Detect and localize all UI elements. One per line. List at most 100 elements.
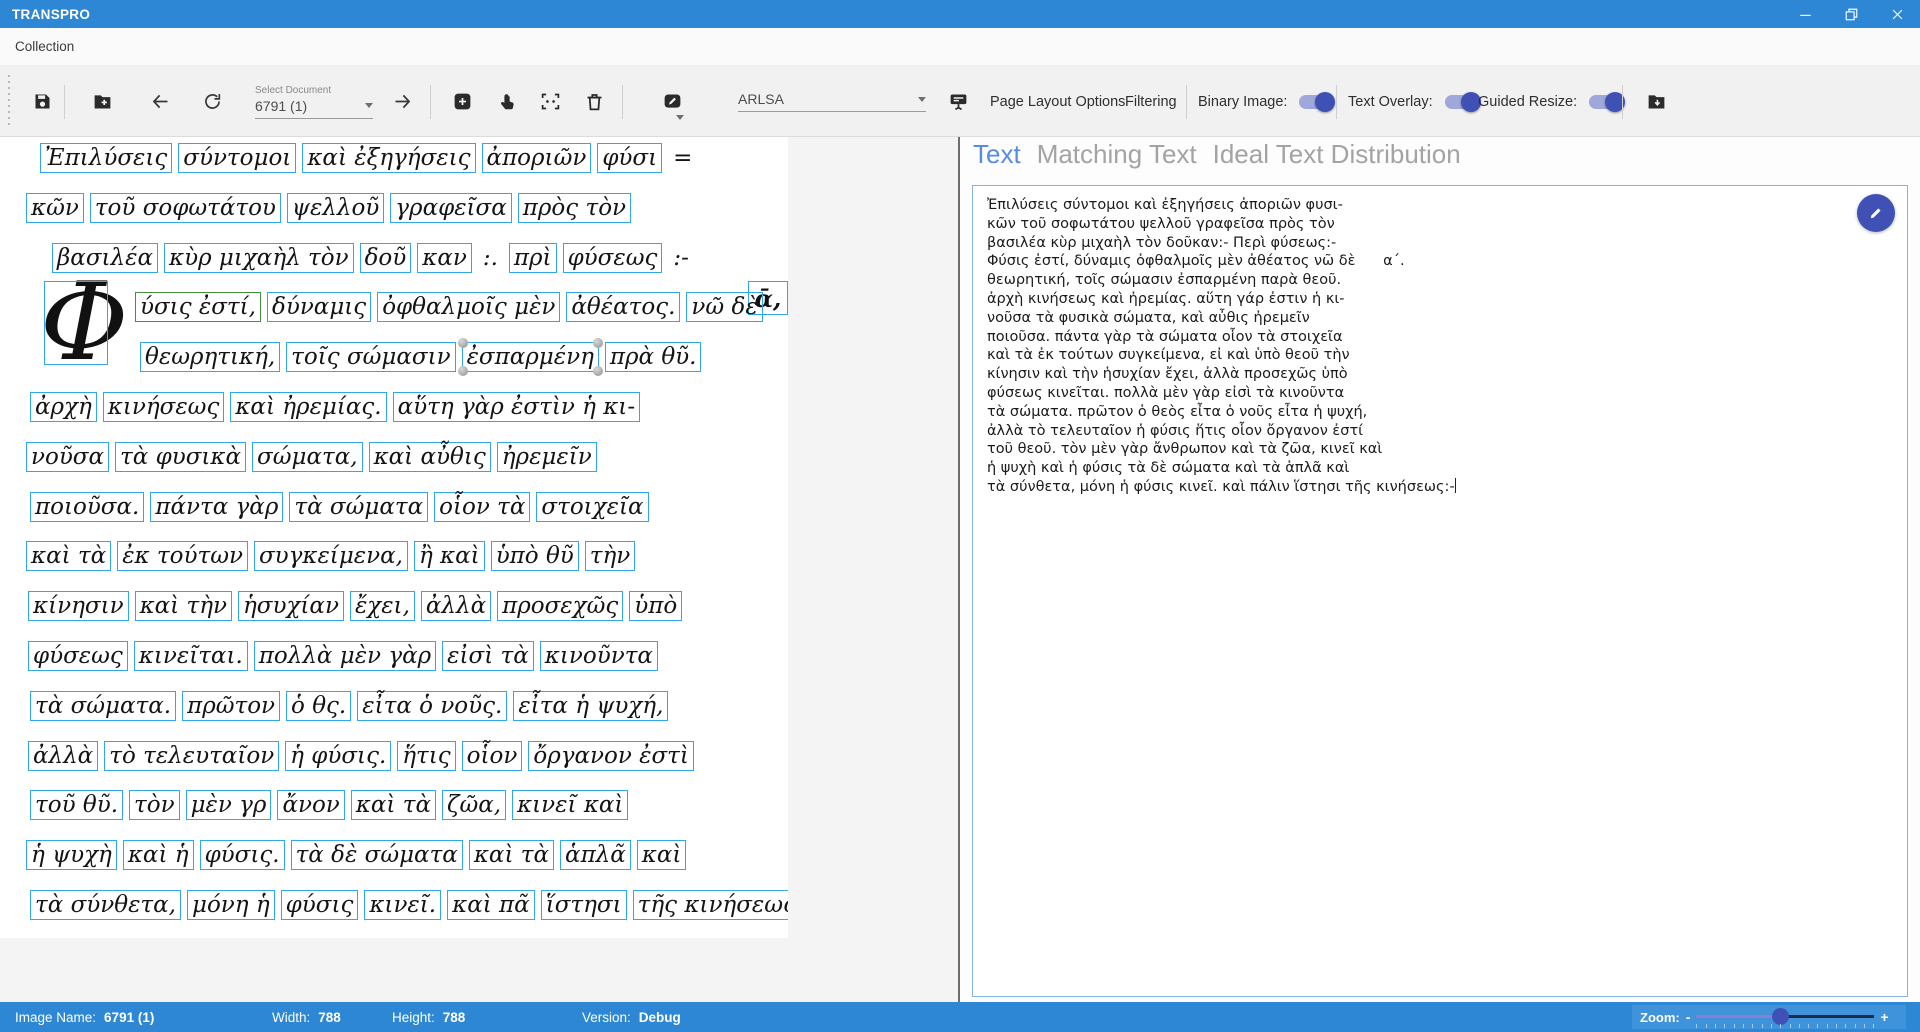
zoom-slider-thumb[interactable]	[1772, 1008, 1789, 1025]
manuscript-word-box[interactable]: Ἐπιλύσεις	[40, 143, 172, 173]
manuscript-word-box[interactable]: τὰ φυσικὰ	[115, 442, 246, 472]
manuscript-word-box[interactable]: ὁ θς.	[286, 691, 351, 721]
manuscript-word-box[interactable]: τὸ τελευταῖον	[104, 741, 279, 771]
manuscript-word-box[interactable]: καν	[417, 243, 472, 273]
zoom-in-button[interactable]: +	[1880, 1009, 1888, 1025]
resize-handle[interactable]	[593, 338, 603, 348]
resize-region-button[interactable]	[530, 82, 570, 122]
add-folder-button[interactable]	[82, 82, 122, 122]
manuscript-word-box[interactable]: πρὶ	[509, 243, 557, 273]
manuscript-word-box[interactable]: κίνησιν	[28, 591, 129, 621]
manuscript-word-box[interactable]: ἀθέατος.	[566, 292, 680, 322]
filtering-button[interactable]: Filtering	[1125, 66, 1177, 137]
edit-fab-button[interactable]	[1857, 194, 1895, 232]
transcription-text[interactable]: Ἐπιλύσεις σύντομοι καὶ ἐξηγήσεις ἀποριῶν…	[987, 196, 1847, 986]
select-document-dropdown[interactable]: Select Document 6791 (1)	[255, 66, 373, 137]
manuscript-word-box[interactable]: καὶ τὰ	[351, 790, 436, 820]
manuscript-word-box[interactable]: τὸν	[129, 790, 180, 820]
refresh-button[interactable]	[192, 82, 232, 122]
manuscript-word-box[interactable]: καὶ ἐξηγήσεις	[302, 143, 475, 173]
manuscript-word-box[interactable]: ὀφθαλμοῖς μὲν	[377, 292, 560, 322]
delete-region-button[interactable]	[574, 82, 614, 122]
manuscript-initial-box[interactable]	[44, 281, 108, 365]
manuscript-word-box[interactable]: ἐσπαρμένη	[462, 342, 599, 372]
restore-button[interactable]	[1828, 0, 1874, 28]
touch-select-button[interactable]	[486, 82, 526, 122]
manuscript-word-box[interactable]: σώματα,	[252, 442, 363, 472]
manuscript-word-box[interactable]: κινεῖ.	[364, 890, 441, 920]
add-region-button[interactable]	[442, 82, 482, 122]
manuscript-word-box[interactable]: ἁπλᾶ	[560, 840, 631, 870]
resize-handle[interactable]	[458, 338, 468, 348]
manuscript-word-box[interactable]: κινήσεως	[103, 392, 225, 422]
tab-text[interactable]: Text	[973, 139, 1021, 170]
manuscript-word-box[interactable]: ὑπὸ θῦ	[491, 541, 579, 571]
edit-region-button[interactable]	[652, 82, 692, 122]
manuscript-word-box[interactable]: ἵστησι	[541, 890, 627, 920]
model-select-dropdown[interactable]: ARLSA	[738, 66, 926, 137]
manuscript-word-box[interactable]: ἡσυχίαν	[238, 591, 344, 621]
manuscript-word-box[interactable]: πρῶτον	[182, 691, 280, 721]
manuscript-word-box[interactable]: ἔχει,	[350, 591, 415, 621]
manuscript-word-box[interactable]: ποιοῦσα.	[30, 492, 144, 522]
manuscript-word-box[interactable]: οἷον τὰ	[434, 492, 530, 522]
guided-resize-toggle[interactable]	[1589, 95, 1623, 109]
manuscript-word-box[interactable]: φύσι	[597, 143, 662, 173]
manuscript-word-box[interactable]: ύσις ἐστί,	[135, 292, 261, 322]
manuscript-word-box[interactable]: στοιχεῖα	[536, 492, 648, 522]
manuscript-word-box[interactable]: τὴν	[585, 541, 636, 571]
manuscript-word-box[interactable]: πρὰ θῦ.	[605, 342, 702, 372]
manuscript-word-box[interactable]: πολλὰ μὲν γὰρ	[254, 641, 436, 671]
page-layout-options-button[interactable]: Page Layout Options	[990, 66, 1125, 137]
manuscript-word-box[interactable]: δοῦ	[360, 243, 412, 273]
text-editor[interactable]: Ἐπιλύσεις σύντομοι καὶ ἐξηγήσεις ἀποριῶν…	[972, 185, 1908, 997]
manuscript-word-box[interactable]: καὶ ἡ	[123, 840, 194, 870]
manuscript-word-box[interactable]: καὶ τὴν	[135, 591, 232, 621]
manuscript-word-box[interactable]: ὄργανον ἐστὶ	[528, 741, 694, 771]
manuscript-word-box[interactable]: εἰσὶ τὰ	[442, 641, 534, 671]
manuscript-word-box[interactable]: κὺρ μιχαὴλ τὸν	[164, 243, 354, 273]
manuscript-word-box[interactable]: ἀποριῶν	[482, 143, 592, 173]
zoom-out-button[interactable]: -	[1686, 1009, 1691, 1025]
manuscript-word-box[interactable]: καὶ αὖθις	[369, 442, 491, 472]
manuscript-word-box[interactable]: ἠρεμεῖν	[497, 442, 597, 472]
previous-document-button[interactable]	[140, 82, 180, 122]
manuscript-word-box[interactable]: φύσις.	[200, 840, 285, 870]
manuscript-word-box[interactable]: τοῦ σοφωτάτου	[90, 193, 281, 223]
zoom-slider[interactable]	[1696, 1008, 1874, 1026]
manuscript-word-box[interactable]: καὶ τὰ	[26, 541, 111, 571]
close-button[interactable]	[1874, 0, 1920, 28]
manuscript-word-box[interactable]: κῶν	[26, 193, 84, 223]
manuscript-word-box[interactable]: μὲν γρ	[186, 790, 272, 820]
manuscript-word-box[interactable]: τὰ δὲ σώματα	[291, 840, 463, 870]
manuscript-word-box[interactable]: καὶ τὰ	[469, 840, 554, 870]
manuscript-word-box[interactable]: τὰ σύνθετα,	[30, 890, 181, 920]
manuscript-word-box[interactable]: τῆς κινήσεως	[633, 890, 788, 920]
manuscript-word-box[interactable]: τοῦ θῦ.	[30, 790, 123, 820]
manuscript-word-box[interactable]: ἀρχὴ	[30, 392, 97, 422]
manuscript-word-box[interactable]: ψελλοῦ	[287, 193, 384, 223]
page-display-button[interactable]	[938, 82, 978, 122]
tab-matching-text[interactable]: Matching Text	[1037, 139, 1197, 170]
manuscript-word-box[interactable]: εἶτα ὁ νοῦς.	[357, 691, 507, 721]
export-folder-button[interactable]	[1636, 82, 1676, 122]
resize-handle[interactable]	[593, 366, 603, 376]
text-overlay-toggle[interactable]	[1445, 95, 1479, 109]
manuscript-word-box[interactable]: ἀλλὰ	[421, 591, 491, 621]
manuscript-word-box[interactable]: βασιλέα	[52, 243, 158, 273]
manuscript-word-box[interactable]: οἷον	[462, 741, 523, 771]
manuscript-word-box[interactable]: θεωρητική,	[140, 342, 280, 372]
manuscript-word-box[interactable]: κινεῖ καὶ	[512, 790, 628, 820]
manuscript-word-box[interactable]: ἢ καὶ	[414, 541, 485, 571]
manuscript-word-box[interactable]: ἥτις	[397, 741, 455, 771]
manuscript-word-box[interactable]: κινεῖται.	[134, 641, 248, 671]
manuscript-word-box[interactable]: φύσεως	[563, 243, 663, 273]
manuscript-word-box[interactable]: αὕτη γὰρ ἐστὶν ἡ κι-	[393, 392, 640, 422]
manuscript-word-box[interactable]: πάντα γὰρ	[150, 492, 283, 522]
manuscript-page[interactable]: Φ ᾱ, Ἐπιλύσειςσύντομοικαὶ ἐξηγήσειςἀπορι…	[0, 137, 788, 938]
manuscript-word-box[interactable]: γραφεῖσα	[390, 193, 512, 223]
manuscript-word-box[interactable]: καὶ πᾶ	[447, 890, 535, 920]
manuscript-word-box[interactable]: νῶ δὲ	[686, 292, 762, 322]
manuscript-word-box[interactable]: δύναμις	[267, 292, 371, 322]
manuscript-word-box[interactable]: τοῖς σώμασιν	[286, 342, 455, 372]
